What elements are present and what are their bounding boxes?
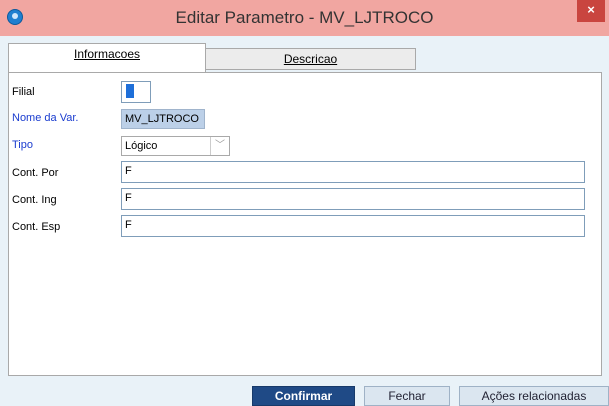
cont-ing-label: Cont. Ing (12, 194, 57, 206)
text-cursor (126, 84, 134, 98)
filial-label: Filial (12, 86, 35, 98)
tab-informacoes[interactable]: Informacoes (8, 43, 206, 73)
button-bar: Confirmar Fechar Ações relacionadas (0, 378, 609, 406)
filial-field[interactable] (121, 81, 151, 103)
window-title: Editar Parametro - MV_LJTROCO (175, 8, 434, 27)
cont-esp-label: Cont. Esp (12, 221, 61, 233)
cont-ing-field[interactable]: F (121, 188, 585, 210)
form-panel: Filial Nome da Var. MV_LJTROCO Tipo Lógi… (8, 72, 602, 376)
chevron-down-icon[interactable]: ﹀ (210, 137, 229, 155)
related-actions-button[interactable]: Ações relacionadas (459, 386, 609, 406)
nome-var-field[interactable]: MV_LJTROCO (121, 109, 205, 129)
tipo-label: Tipo (12, 139, 33, 151)
tab-descricao[interactable]: Descricao (205, 48, 416, 70)
cont-esp-field[interactable]: F (121, 215, 585, 237)
confirm-button[interactable]: Confirmar (252, 386, 355, 406)
tipo-value: Lógico (125, 140, 158, 152)
tab-strip: Informacoes Descricao (8, 36, 601, 73)
cont-por-label: Cont. Por (12, 167, 59, 179)
nome-var-label: Nome da Var. (12, 112, 79, 124)
tipo-select[interactable]: Lógico ﹀ (121, 136, 230, 156)
cont-por-field[interactable]: F (121, 161, 585, 183)
close-form-button[interactable]: Fechar (364, 386, 450, 406)
close-button[interactable]: × (577, 0, 605, 22)
title-bar: Editar Parametro - MV_LJTROCO × (0, 0, 609, 36)
